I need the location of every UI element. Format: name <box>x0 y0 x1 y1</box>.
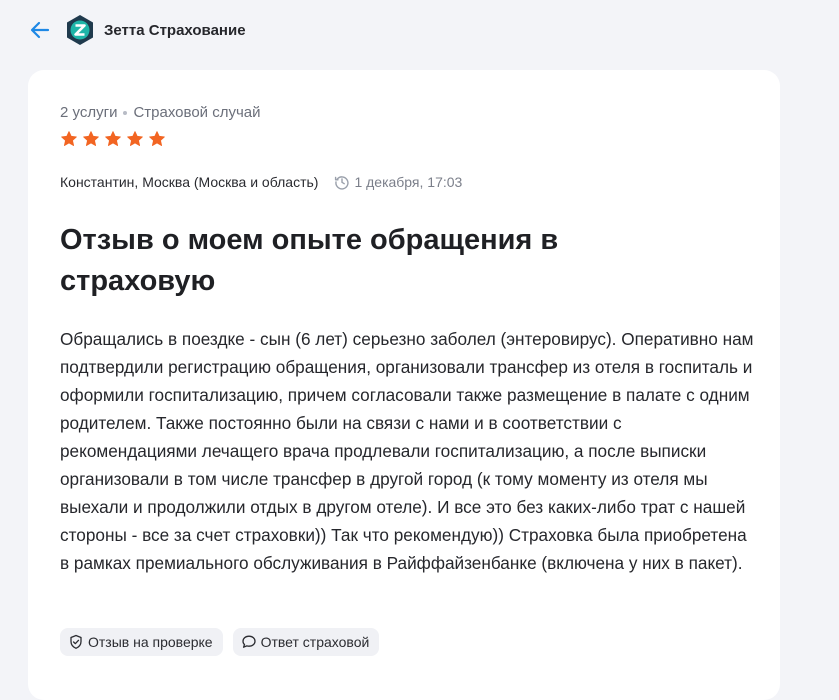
star-icon <box>148 130 166 148</box>
rating-stars <box>60 130 166 148</box>
review-meta: 2 услуги Страховой случай <box>60 104 261 121</box>
separator-dot <box>123 110 128 115</box>
star-icon <box>126 130 144 148</box>
arrow-left-icon[interactable] <box>28 18 52 42</box>
author-row: Константин, Москва (Москва и область) 1 … <box>60 174 462 190</box>
tag-label: Ответ страховой <box>260 634 370 650</box>
review-date: 1 декабря, 17:03 <box>334 174 462 190</box>
company-name[interactable]: Зетта Страхование <box>104 22 246 39</box>
star-icon <box>104 130 122 148</box>
shield-check-icon <box>68 634 84 650</box>
review-author: Константин, Москва (Москва и область) <box>60 174 319 190</box>
review-title: Отзыв о моем опыте обращения в страховую <box>60 224 559 297</box>
star-icon <box>60 130 78 148</box>
tag-label: Отзыв на проверке <box>88 634 213 650</box>
services-count: 2 услуги <box>60 104 118 121</box>
review-body: Обращались в поездке - сын (6 лет) серье… <box>60 329 754 573</box>
company-logo[interactable] <box>64 14 96 46</box>
review-category: Страховой случай <box>133 104 261 121</box>
tag-under-review[interactable]: Отзыв на проверке <box>60 628 223 656</box>
tag-insurer-reply[interactable]: Ответ страховой <box>232 628 380 656</box>
review-tags: Отзыв на проверке Ответ страховой <box>60 628 380 656</box>
top-bar: Зетта Страхование <box>28 13 246 47</box>
history-clock-icon <box>334 174 350 190</box>
star-icon <box>82 130 100 148</box>
review-card: 2 услуги Страховой случай Константин, Мо… <box>28 70 780 700</box>
review-date-text: 1 декабря, 17:03 <box>354 174 463 190</box>
chat-bubble-icon <box>241 634 257 650</box>
